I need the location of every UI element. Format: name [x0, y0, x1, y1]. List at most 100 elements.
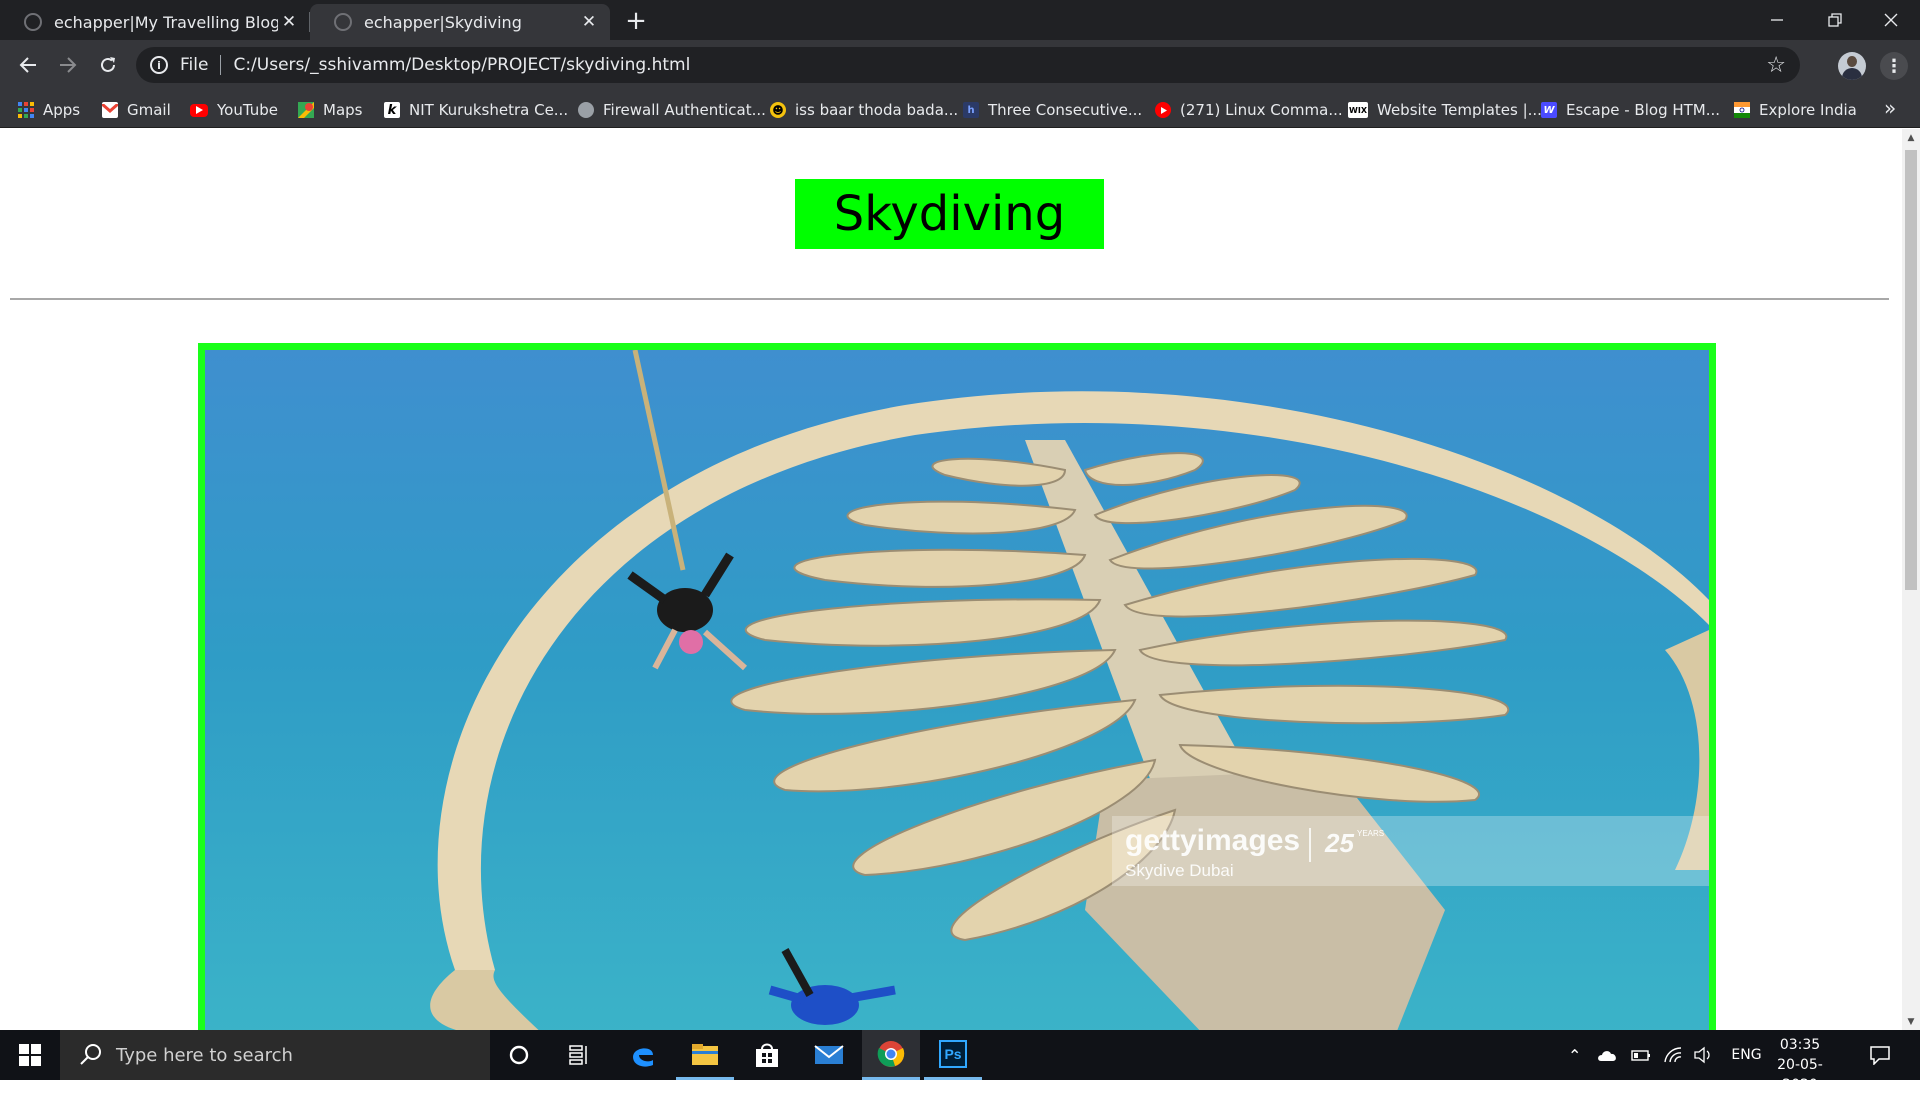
scroll-down-arrow-icon[interactable]: ▼	[1902, 1013, 1920, 1030]
back-button[interactable]	[12, 49, 44, 81]
cortana-circle-icon	[509, 1045, 529, 1065]
bookmark-youtube[interactable]: YouTube	[190, 99, 278, 121]
close-icon[interactable]: ✕	[278, 11, 300, 33]
bookmark-apps[interactable]: Apps	[18, 99, 80, 121]
watermark-badge: 25	[1324, 828, 1354, 858]
search-icon	[80, 1044, 101, 1065]
more-menu-icon[interactable]: ⋮	[1880, 52, 1908, 80]
close-icon[interactable]: ✕	[578, 11, 600, 33]
chevron-up-icon[interactable]: ⌃	[1568, 1046, 1581, 1065]
volume-icon[interactable]	[1693, 1046, 1713, 1064]
browser-tab-strip: echapper|My Travelling Blog ✕ echapper|S…	[0, 0, 1920, 40]
new-tab-button[interactable]: +	[622, 8, 650, 36]
bookmark-linux-commands[interactable]: (271) Linux Comma...	[1155, 99, 1343, 121]
bookmark-escape-blog[interactable]: W Escape - Blog HTM...	[1541, 99, 1720, 121]
bookmark-label: Gmail	[127, 101, 171, 119]
action-center-button[interactable]	[1850, 1030, 1910, 1080]
edge-icon	[633, 1048, 653, 1067]
youtube-icon	[1155, 102, 1171, 118]
file-explorer-taskbar-button[interactable]	[676, 1030, 734, 1080]
mail-icon	[814, 1045, 844, 1064]
h-icon: h	[963, 102, 979, 118]
bookmark-maps[interactable]: Maps	[298, 99, 362, 121]
bookmark-star-icon[interactable]: ☆	[1766, 53, 1786, 78]
apps-grid-icon	[18, 102, 34, 118]
tab-my-travelling-blog[interactable]: echapper|My Travelling Blog ✕	[0, 4, 310, 40]
bookmark-gmail[interactable]: Gmail	[102, 99, 171, 121]
mail-taskbar-button[interactable]	[800, 1030, 858, 1080]
folder-icon	[692, 1043, 718, 1065]
photoshop-taskbar-button[interactable]: Ps	[924, 1030, 982, 1080]
close-icon	[1884, 13, 1898, 27]
profile-avatar[interactable]	[1838, 52, 1866, 80]
address-scheme: File	[180, 55, 209, 75]
language-indicator[interactable]: ENG	[1731, 1047, 1761, 1063]
bookmark-label: iss baar thoda bada...	[795, 101, 959, 119]
smiley-icon: ☻	[770, 102, 786, 118]
wifi-icon[interactable]	[1663, 1046, 1683, 1064]
page-viewport: Skydiving gettyimages 25 YEARS Skydive D…	[0, 129, 1902, 1030]
taskbar-clock[interactable]: 03:35 20-05-2020	[1760, 1035, 1840, 1095]
browser-toolbar: i File C:/Users/_sshivamm/Desktop/PROJEC…	[0, 40, 1920, 90]
notification-icon	[1870, 1046, 1890, 1065]
horizontal-rule	[10, 298, 1889, 300]
start-button[interactable]	[0, 1030, 60, 1080]
palm-island-aerial-image: gettyimages 25 YEARS Skydive Dubai	[205, 350, 1709, 1030]
vertical-scrollbar[interactable]: ▲ ▼	[1902, 129, 1920, 1030]
scroll-up-arrow-icon[interactable]: ▲	[1902, 129, 1920, 146]
bookmark-three-consecutive[interactable]: h Three Consecutive...	[963, 99, 1142, 121]
bookmark-label: YouTube	[217, 101, 278, 119]
chevron-double-right-icon[interactable]: »	[1884, 96, 1896, 120]
tab-title: echapper|Skydiving	[364, 12, 522, 32]
globe-icon	[578, 102, 594, 118]
watermark-badge-sub: YEARS	[1357, 829, 1384, 838]
cortana-button[interactable]	[490, 1030, 548, 1080]
bookmark-label: Apps	[43, 101, 81, 119]
bookmark-label: Firewall Authenticat...	[603, 101, 766, 119]
globe-icon	[334, 13, 352, 31]
battery-icon[interactable]	[1631, 1048, 1651, 1062]
bookmark-nit-kurukshetra[interactable]: k NIT Kurukshetra Ce...	[384, 99, 568, 121]
forward-button[interactable]	[52, 49, 84, 81]
restore-button[interactable]	[1806, 0, 1864, 40]
bookmark-firewall[interactable]: Firewall Authenticat...	[578, 99, 766, 121]
edge-taskbar-button[interactable]	[614, 1030, 672, 1080]
windows-logo-icon	[19, 1044, 41, 1066]
system-tray: ⌃ ENG	[1568, 1030, 1762, 1080]
scroll-thumb[interactable]	[1905, 150, 1917, 590]
wix-icon: WIX	[1348, 102, 1368, 118]
taskbar-search-box[interactable]: Type here to search	[60, 1030, 490, 1080]
tab-title: echapper|My Travelling Blog	[54, 12, 278, 32]
getty-watermark: gettyimages 25 YEARS Skydive Dubai	[1112, 816, 1709, 886]
watermark-credit: Skydive Dubai	[1125, 861, 1234, 880]
arrow-left-icon	[19, 57, 36, 73]
restore-icon	[1828, 13, 1842, 27]
onedrive-cloud-icon[interactable]	[1597, 1048, 1619, 1062]
photoshop-icon: Ps	[939, 1039, 967, 1068]
maps-icon	[298, 102, 314, 118]
chrome-icon	[877, 1040, 905, 1067]
store-taskbar-button[interactable]	[738, 1030, 796, 1080]
window-close-button[interactable]	[1862, 0, 1920, 40]
page-title: Skydiving	[795, 179, 1104, 249]
bookmark-label: NIT Kurukshetra Ce...	[409, 101, 569, 119]
bookmark-label: Escape - Blog HTM...	[1566, 101, 1721, 119]
youtube-icon	[190, 103, 208, 117]
bookmark-explore-india[interactable]: Explore India	[1734, 99, 1857, 121]
reload-button[interactable]	[92, 49, 124, 81]
bookmark-website-templates[interactable]: WIX Website Templates |...	[1348, 99, 1542, 121]
bookmark-iss-baar[interactable]: ☻ iss baar thoda bada...	[770, 99, 958, 121]
task-view-button[interactable]	[550, 1030, 608, 1080]
minimize-button[interactable]	[1748, 0, 1806, 40]
bookmark-label: Website Templates |...	[1377, 101, 1542, 119]
arrow-right-icon	[60, 57, 77, 73]
tab-skydiving[interactable]: echapper|Skydiving ✕	[310, 4, 610, 40]
address-divider	[220, 55, 222, 75]
chrome-taskbar-button[interactable]	[862, 1030, 920, 1080]
address-bar[interactable]: i File C:/Users/_sshivamm/Desktop/PROJEC…	[136, 47, 1800, 83]
india-flag-icon	[1734, 102, 1750, 118]
minimize-icon	[1771, 19, 1783, 21]
info-icon[interactable]: i	[150, 56, 168, 74]
task-view-icon	[569, 1045, 587, 1065]
address-url[interactable]: C:/Users/_sshivamm/Desktop/PROJECT/skydi…	[233, 55, 690, 75]
